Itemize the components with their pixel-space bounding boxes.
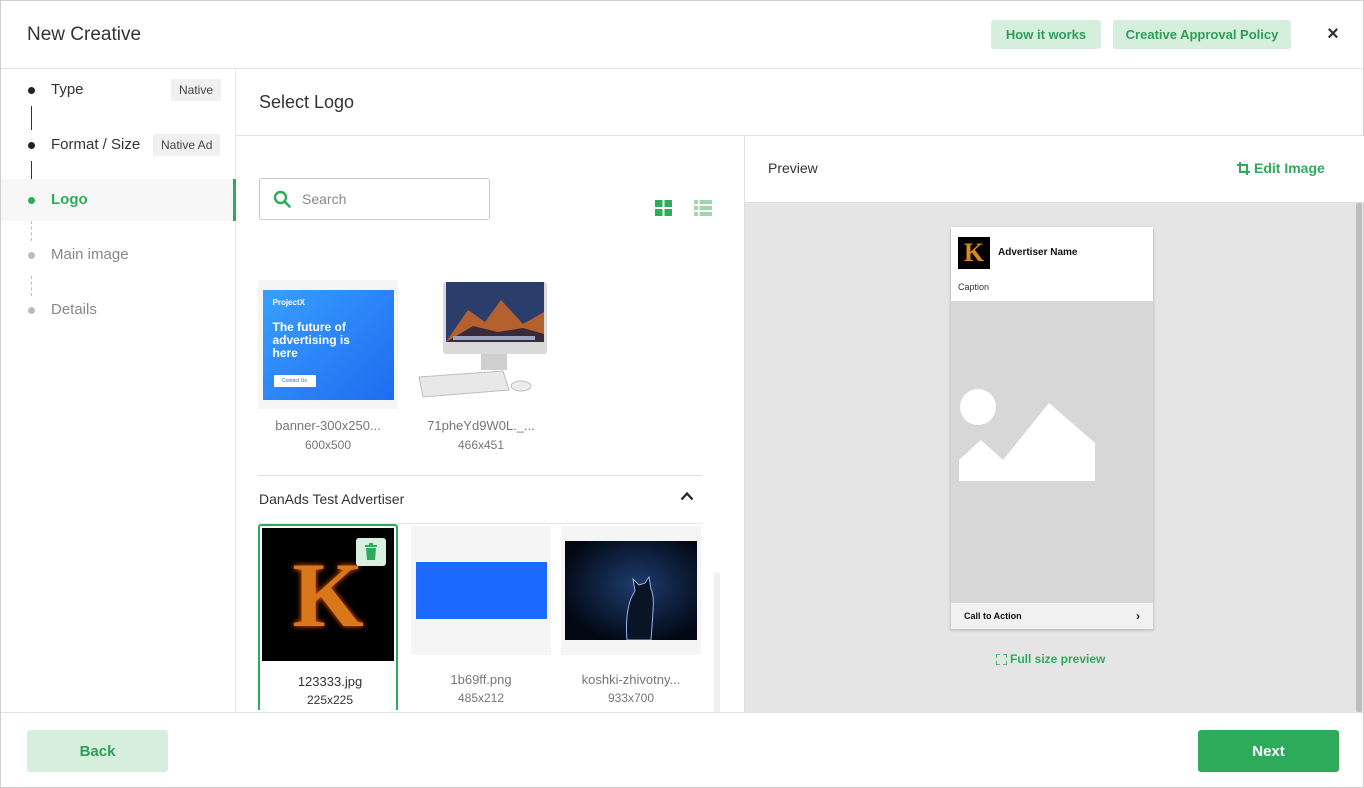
image-dimensions: 485x212 bbox=[457, 691, 505, 705]
creative-approval-policy-button[interactable]: Creative Approval Policy bbox=[1113, 20, 1291, 49]
step-type[interactable]: Type Native bbox=[1, 69, 234, 111]
group-divider bbox=[258, 475, 702, 476]
imac-image bbox=[418, 282, 547, 398]
how-it-works-button[interactable]: How it works bbox=[991, 20, 1101, 49]
image-card[interactable]: 71pheYd9W0L._... 466x451 bbox=[411, 280, 551, 466]
step-value-tag: Native Ad bbox=[153, 134, 221, 156]
image-dimensions: 600x500 bbox=[304, 438, 352, 452]
list-view-icon[interactable] bbox=[694, 200, 712, 216]
preview-pane: Preview Edit Image K Advertiser Name Cap… bbox=[744, 136, 1364, 712]
expand-icon bbox=[996, 653, 1007, 665]
step-pending-dot bbox=[28, 252, 35, 259]
banner-thumbnail: ProjectX The future of advertising is he… bbox=[258, 280, 398, 409]
edit-image-label: Edit Image bbox=[1254, 160, 1325, 176]
new-creative-modal: New Creative How it works Creative Appro… bbox=[0, 0, 1364, 788]
step-label: Main image bbox=[51, 246, 129, 263]
step-label: Type bbox=[51, 81, 84, 98]
ad-cta-bar: Call to Action › bbox=[951, 603, 1153, 629]
computer-thumbnail bbox=[411, 280, 551, 409]
preview-scrollbar[interactable] bbox=[1356, 203, 1362, 712]
step-main-image[interactable]: Main image bbox=[1, 234, 234, 276]
step-label: Format / Size bbox=[51, 136, 141, 153]
gallery-scrollbar[interactable] bbox=[714, 573, 720, 712]
image-gallery: ProjectX The future of advertising is he… bbox=[236, 136, 744, 712]
image-card[interactable]: ProjectX The future of advertising is he… bbox=[258, 280, 398, 466]
main-panel: Select Logo Search ProjectX The future o… bbox=[236, 69, 1364, 712]
blue-image bbox=[415, 562, 547, 619]
step-done-dot bbox=[28, 142, 35, 149]
edit-image-button[interactable]: Edit Image bbox=[1237, 160, 1325, 176]
crop-icon bbox=[1237, 161, 1250, 175]
image-placeholder-icon bbox=[959, 389, 1095, 481]
section-title: Select Logo bbox=[259, 92, 355, 112]
image-name: 123333.jpg bbox=[297, 674, 363, 689]
image-card[interactable]: koshki-zhivotny... 933x700 bbox=[561, 526, 701, 712]
image-name: koshki-zhivotny... bbox=[581, 672, 681, 687]
next-button[interactable]: Next bbox=[1198, 730, 1339, 772]
ad-advertiser-name: Advertiser Name bbox=[998, 247, 1078, 258]
cat-thumbnail bbox=[561, 526, 701, 655]
modal-footer: Back Next bbox=[1, 712, 1363, 787]
blue-rectangle-thumbnail bbox=[411, 526, 551, 655]
image-name: 71pheYd9W0L._... bbox=[427, 418, 535, 433]
ad-image-placeholder bbox=[951, 301, 1153, 603]
step-pending-dot bbox=[28, 307, 35, 314]
ad-cta-label: Call to Action bbox=[964, 611, 1022, 621]
chevron-up-icon[interactable] bbox=[680, 491, 694, 501]
trash-icon bbox=[365, 543, 377, 560]
ad-caption: Caption bbox=[958, 282, 990, 292]
cat-image bbox=[565, 541, 697, 640]
ad-logo: K bbox=[958, 237, 990, 269]
full-size-preview-button[interactable]: Full size preview bbox=[996, 652, 1105, 666]
preview-header: Preview Edit Image bbox=[745, 136, 1364, 203]
chevron-right-icon: › bbox=[1136, 609, 1140, 623]
banner-cta-text: Contact Us bbox=[273, 374, 316, 387]
advertiser-group-name: DanAds Test Advertiser bbox=[259, 491, 405, 507]
image-card[interactable]: 1b69ff.png 485x212 bbox=[411, 526, 551, 712]
modal-header: New Creative How it works Creative Appro… bbox=[1, 1, 1363, 69]
image-card-selected[interactable]: K 123333.jpg 225x225 bbox=[258, 524, 398, 710]
banner-brand-text: ProjectX bbox=[272, 297, 305, 307]
section-header: Select Logo bbox=[236, 69, 1363, 136]
step-format-size[interactable]: Format / Size Native Ad bbox=[1, 124, 234, 166]
fire-k-glyph: K bbox=[292, 543, 364, 646]
search-box bbox=[259, 178, 490, 220]
native-ad-preview: K Advertiser Name Caption Call to Action… bbox=[951, 227, 1153, 629]
image-dimensions: 466x451 bbox=[457, 438, 505, 452]
image-dimensions: 225x225 bbox=[306, 693, 354, 707]
close-icon[interactable]: × bbox=[1323, 23, 1343, 45]
grid-view-icon[interactable] bbox=[655, 200, 672, 216]
step-value-tag: Native bbox=[171, 79, 222, 101]
step-details[interactable]: Details bbox=[1, 289, 234, 331]
step-done-dot bbox=[28, 87, 35, 94]
banner-headline-text: The future of advertising is here bbox=[272, 319, 350, 360]
step-logo[interactable]: Logo bbox=[1, 179, 236, 221]
delete-button[interactable] bbox=[356, 538, 386, 566]
back-button[interactable]: Back bbox=[27, 730, 168, 772]
full-size-preview-label: Full size preview bbox=[1010, 652, 1106, 666]
image-dimensions: 933x700 bbox=[607, 691, 655, 705]
step-label: Logo bbox=[51, 191, 88, 208]
image-name: banner-300x250... bbox=[275, 418, 381, 433]
preview-title: Preview bbox=[768, 160, 818, 176]
search-icon bbox=[273, 190, 291, 208]
step-label: Details bbox=[51, 301, 97, 318]
image-name: 1b69ff.png bbox=[450, 672, 512, 687]
modal-title: New Creative bbox=[27, 24, 142, 45]
step-active-dot bbox=[28, 197, 35, 204]
search-input[interactable] bbox=[302, 189, 477, 209]
steps-sidebar: Type Native Format / Size Native Ad Logo… bbox=[1, 69, 236, 712]
